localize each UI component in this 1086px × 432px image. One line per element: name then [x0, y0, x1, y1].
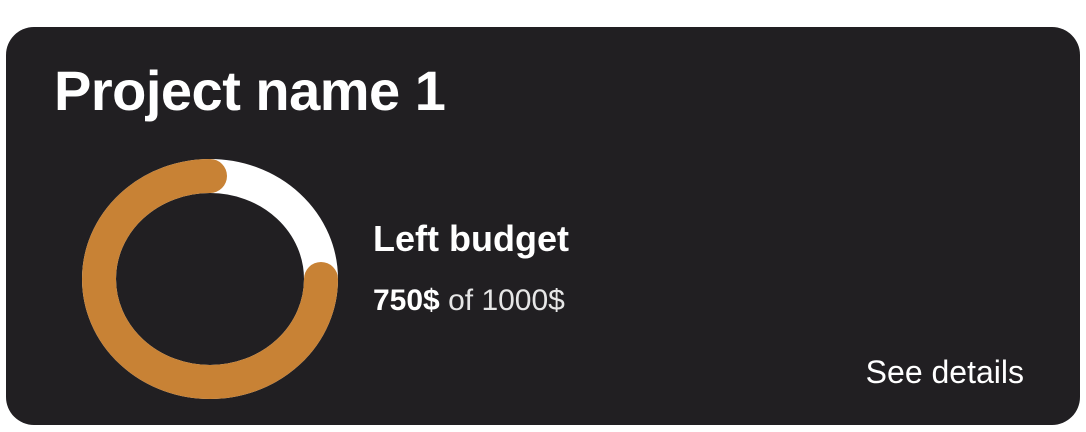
- budget-ring-chart: [82, 159, 338, 399]
- budget-amount: 750$ of 1000$: [373, 283, 569, 319]
- see-details-link[interactable]: See details: [866, 352, 1024, 392]
- project-card: Project name 1 Left budget 750$ of 1000$…: [6, 27, 1080, 425]
- budget-spent: 750$: [373, 284, 440, 317]
- budget-title: Left budget: [373, 218, 569, 259]
- budget-info: Left budget 750$ of 1000$: [373, 217, 569, 319]
- project-title: Project name 1: [54, 59, 446, 122]
- budget-total: of 1000$: [439, 284, 565, 317]
